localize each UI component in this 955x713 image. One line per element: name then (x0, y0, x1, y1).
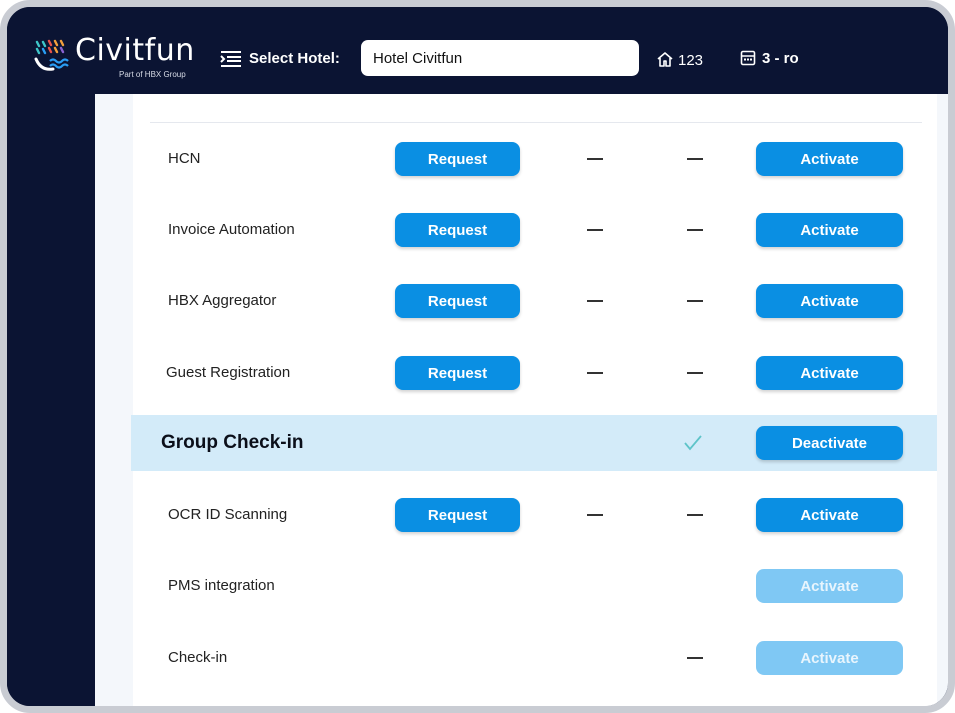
feature-row-ocr-id-scanning: OCR ID Scanning Request Activate (133, 487, 937, 543)
sidebar (7, 94, 95, 706)
empty-dash (687, 229, 703, 231)
feature-row-hcn: HCN Request Activate (133, 131, 937, 187)
app-window: Civitfun Part of HBX Group Select Hotel:… (0, 0, 955, 713)
empty-dash (687, 300, 703, 302)
empty-dash (587, 514, 603, 516)
cash-register-icon (740, 50, 756, 66)
brand-subtitle: Part of HBX Group (119, 70, 186, 79)
activate-button[interactable]: Activate (756, 356, 903, 390)
request-button[interactable]: Request (395, 356, 520, 390)
empty-dash (687, 514, 703, 516)
activate-button-disabled[interactable]: Activate (756, 569, 903, 603)
feature-row-invoice-automation: Invoice Automation Request Activate (133, 202, 937, 258)
main-content: HCN Request Activate Invoice Automation … (95, 94, 948, 706)
list-select-icon (220, 51, 241, 67)
home-icon (657, 52, 673, 67)
check-icon (684, 435, 702, 451)
empty-dash (687, 657, 703, 659)
activate-button[interactable]: Activate (756, 284, 903, 318)
civitfun-logo (34, 39, 69, 71)
deactivate-button[interactable]: Deactivate (756, 426, 903, 460)
empty-dash (587, 372, 603, 374)
empty-dash (587, 300, 603, 302)
empty-dash (587, 158, 603, 160)
feature-label: HCN (168, 150, 201, 167)
request-button[interactable]: Request (395, 498, 520, 532)
request-button[interactable]: Request (395, 142, 520, 176)
home-count: 123 (678, 52, 704, 69)
activate-button[interactable]: Activate (756, 498, 903, 532)
feature-label: Check-in (168, 649, 228, 666)
hotel-select-input[interactable] (361, 40, 639, 76)
feature-label: PMS integration (168, 577, 275, 594)
feature-row-hbx-aggregator: HBX Aggregator Request Activate (133, 273, 937, 329)
features-panel: HCN Request Activate Invoice Automation … (131, 94, 937, 706)
feature-label: Guest Registration (166, 364, 291, 381)
feature-row-guest-registration: Guest Registration Request Activate (133, 345, 937, 401)
table-divider (150, 122, 922, 123)
feature-row-check-in: Check-in Activate (133, 630, 937, 686)
feature-label: HBX Aggregator (168, 292, 277, 309)
activate-button-disabled[interactable]: Activate (756, 641, 903, 675)
empty-dash (687, 372, 703, 374)
feature-label: Group Check-in (161, 432, 304, 453)
brand-name: Civitfun (75, 33, 195, 68)
request-button[interactable]: Request (395, 213, 520, 247)
register-label: 3 - ro (762, 50, 799, 67)
request-button[interactable]: Request (395, 284, 520, 318)
activate-button[interactable]: Activate (756, 142, 903, 176)
top-bar: Civitfun Part of HBX Group Select Hotel:… (7, 7, 948, 94)
feature-label: OCR ID Scanning (168, 506, 288, 523)
empty-dash (687, 158, 703, 160)
select-hotel-label: Select Hotel: (249, 50, 340, 67)
empty-dash (587, 229, 603, 231)
feature-label: Invoice Automation (168, 221, 295, 238)
feature-row-pms-integration: PMS integration Activate (133, 558, 937, 614)
feature-row-group-check-in: Group Check-in Deactivate (131, 415, 937, 471)
activate-button[interactable]: Activate (756, 213, 903, 247)
